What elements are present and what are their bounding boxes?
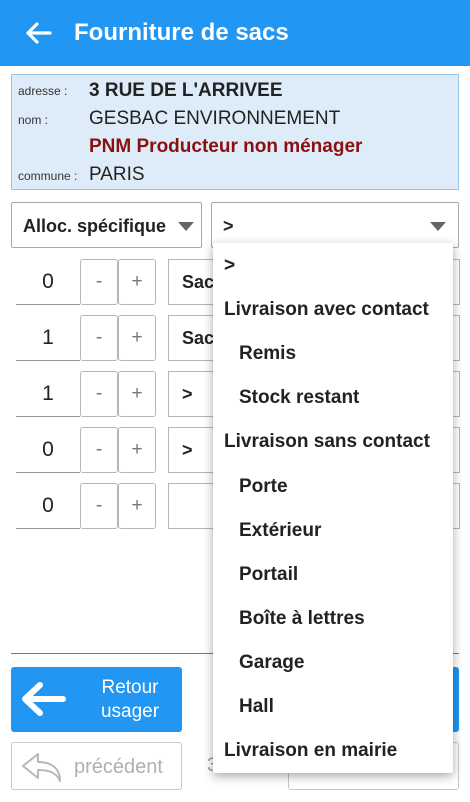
dropdown-option[interactable]: >: [224, 255, 235, 277]
quantity-field[interactable]: 1: [16, 315, 80, 361]
dropdown-option[interactable]: Porte: [239, 476, 288, 498]
dropdown-option[interactable]: Stock restant: [239, 387, 359, 409]
adresse-value: 3 RUE DE L'ARRIVEE: [89, 80, 283, 101]
undo-arrow-icon: [22, 753, 61, 782]
back-arrow-icon[interactable]: [22, 17, 54, 49]
dropdown-option[interactable]: Livraison en mairie: [224, 740, 397, 762]
quantity-field[interactable]: 0: [16, 259, 80, 305]
back-arrow-icon: [22, 682, 66, 716]
decrement-button[interactable]: -: [80, 315, 118, 361]
adresse-label: adresse :: [18, 84, 68, 98]
dropdown-option[interactable]: Hall: [239, 696, 274, 718]
dropdown-option[interactable]: Livraison avec contact: [224, 299, 429, 321]
nom-value: GESBAC ENVIRONNEMENT: [89, 108, 341, 129]
customer-info-panel: adresse : 3 RUE DE L'ARRIVEE nom : GESBA…: [11, 74, 459, 190]
status-select[interactable]: >: [211, 202, 459, 248]
nom-label: nom :: [18, 113, 49, 127]
decrement-button[interactable]: -: [80, 427, 118, 473]
dropdown-option[interactable]: Portail: [239, 564, 298, 586]
chevron-down-icon: [178, 222, 194, 231]
increment-button[interactable]: +: [118, 483, 156, 529]
quantity-field[interactable]: 0: [16, 427, 80, 473]
dropdown-option[interactable]: Remis: [239, 343, 296, 365]
dropdown-option[interactable]: Garage: [239, 652, 304, 674]
commune-label: commune :: [18, 169, 78, 183]
increment-button[interactable]: +: [118, 315, 156, 361]
status-dropdown-menu: > Livraison avec contact Remis Stock res…: [213, 243, 453, 773]
category-value: PNM Producteur non ménager: [89, 136, 363, 157]
app-bar: Fourniture de sacs: [0, 0, 470, 66]
increment-button[interactable]: +: [118, 259, 156, 305]
decrement-button[interactable]: -: [80, 483, 118, 529]
commune-value: PARIS: [89, 164, 145, 185]
allocation-select[interactable]: Alloc. spécifique: [11, 202, 202, 248]
chevron-down-icon: [430, 222, 446, 231]
quantity-field[interactable]: 1: [16, 371, 80, 417]
previous-button[interactable]: précédent: [11, 742, 182, 790]
increment-button[interactable]: +: [118, 371, 156, 417]
page-title: Fourniture de sacs: [74, 19, 289, 46]
dropdown-option[interactable]: Extérieur: [239, 520, 321, 542]
dropdown-option[interactable]: Livraison sans contact: [224, 431, 430, 453]
decrement-button[interactable]: -: [80, 371, 118, 417]
decrement-button[interactable]: -: [80, 259, 118, 305]
quantity-field[interactable]: 0: [16, 483, 80, 529]
retour-usager-label: Retour usager: [100, 677, 160, 722]
previous-label: précédent: [74, 756, 163, 778]
increment-button[interactable]: +: [118, 427, 156, 473]
allocation-select-value: Alloc. spécifique: [23, 216, 167, 236]
dropdown-option[interactable]: Boîte à lettres: [239, 608, 365, 630]
retour-usager-button[interactable]: Retour usager: [11, 667, 182, 732]
status-select-value: >: [223, 216, 234, 236]
